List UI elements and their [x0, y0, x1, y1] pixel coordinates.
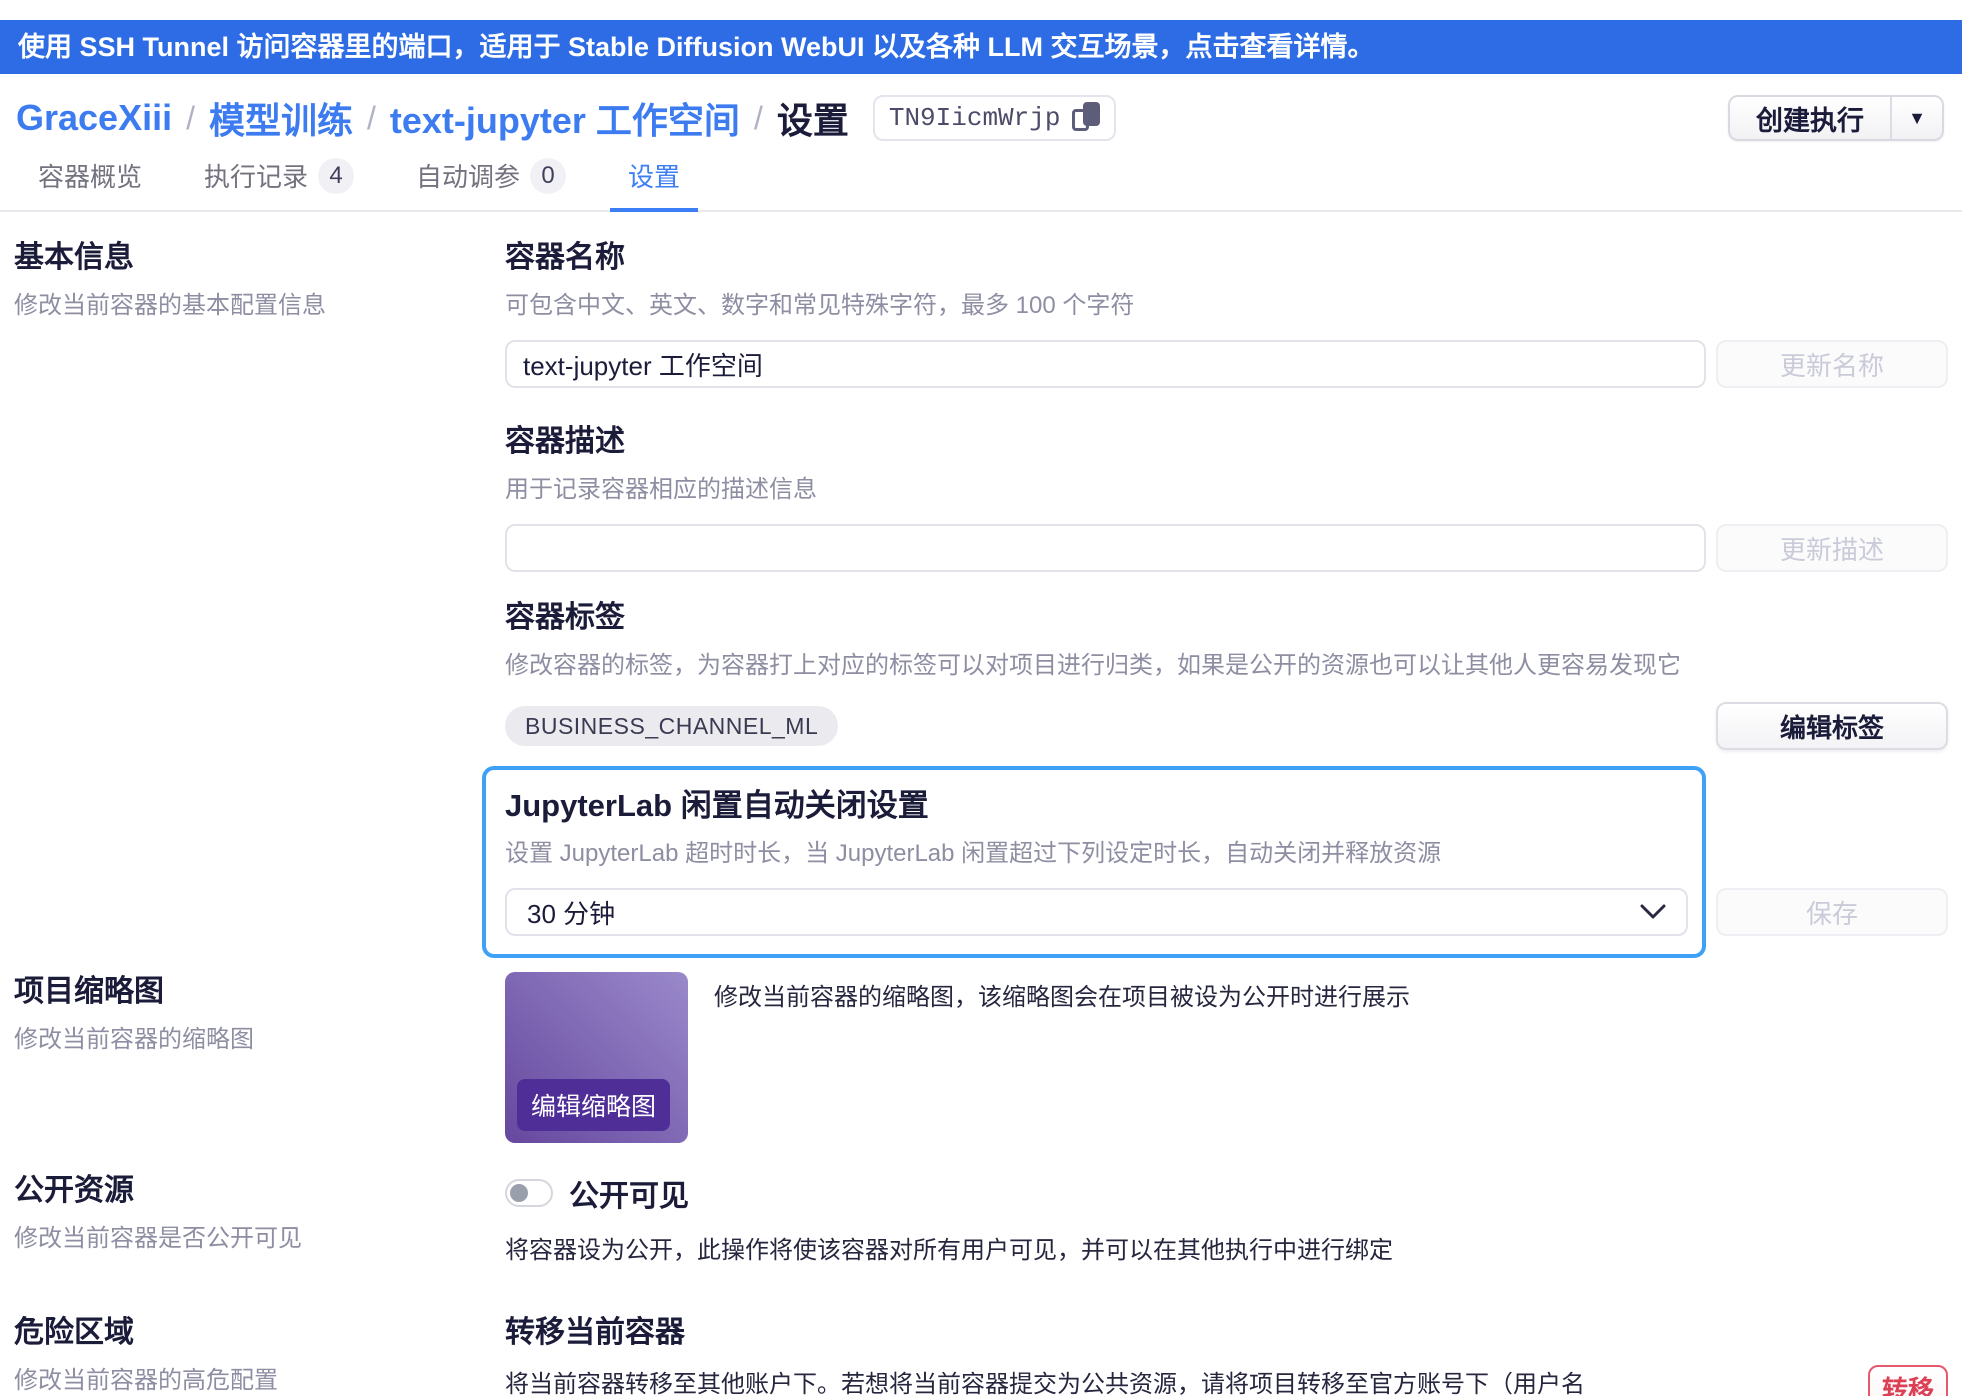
- jupyter-idle-label: JupyterLab 闲置自动关闭设置: [505, 788, 929, 823]
- transfer-hint: 将当前容器转移至其他账户下。若想将当前容器提交为公共资源，请将项目转移至官方账号…: [505, 1371, 1585, 1396]
- container-name-input-row: 更新名称: [505, 340, 1948, 388]
- section-subtitle-danger: 修改当前容器的高危配置: [14, 1367, 278, 1394]
- jupyter-idle-hint: 设置 JupyterLab 超时时长，当 JupyterLab 闲置超过下列设定…: [505, 840, 1442, 867]
- announcement-banner[interactable]: 使用 SSH Tunnel 访问容器里的端口，适用于 Stable Diffus…: [0, 20, 1962, 74]
- container-description-input-row: 更新描述: [505, 524, 1948, 572]
- basic-info-main: 容器名称 可包含中文、英文、数字和常见特殊字符，最多 100 个字符 更新名称 …: [482, 238, 1948, 958]
- caret-down-icon: ▼: [1908, 108, 1926, 128]
- section-subtitle-basic: 修改当前容器的基本配置信息: [14, 292, 326, 319]
- tab-container-overview[interactable]: 容器概览: [20, 157, 160, 210]
- run-count-badge: 4: [318, 157, 355, 194]
- container-name-label: 容器名称: [505, 241, 625, 274]
- container-description-label: 容器描述: [505, 425, 625, 458]
- container-description-group: 容器描述 用于记录容器相应的描述信息 更新描述: [505, 422, 1948, 572]
- update-name-button[interactable]: 更新名称: [1716, 340, 1948, 388]
- section-subtitle-thumbnail: 修改当前容器的缩略图: [14, 1026, 254, 1053]
- tuning-count-badge: 0: [530, 157, 567, 194]
- tab-label: 自动调参: [416, 162, 521, 192]
- breadcrumb-current: 设置: [776, 100, 849, 141]
- topbar: GraceXiii / 模型训练 / text-jupyter 工作空间 / 设…: [0, 94, 1962, 142]
- danger-zone-row: 危险区域 修改当前容器的高危配置 转移当前容器 将当前容器转移至其他账户下。若想…: [14, 1313, 1948, 1396]
- section-title-danger: 危险区域: [14, 1316, 134, 1349]
- transfer-button[interactable]: 转移: [1868, 1365, 1948, 1396]
- thumbnail-main: 编辑缩略图 修改当前容器的缩略图，该缩略图会在项目被设为公开时进行展示: [505, 972, 1948, 1143]
- idle-timeout-select[interactable]: 30 分钟: [505, 888, 1688, 936]
- section-title-public: 公开资源: [14, 1174, 134, 1207]
- jupyter-idle-highlight-box: JupyterLab 闲置自动关闭设置 设置 JupyterLab 超时时长，当…: [482, 766, 1706, 958]
- transfer-body-row: 将当前容器转移至其他账户下。若想将当前容器提交为公共资源，请将项目转移至官方账号…: [505, 1363, 1948, 1396]
- public-visibility-toggle[interactable]: [505, 1179, 553, 1207]
- breadcrumb: GraceXiii / 模型训练 / text-jupyter 工作空间 / 设…: [16, 92, 1117, 144]
- tab-bar: 容器概览 执行记录 4 自动调参 0 设置: [0, 157, 1962, 212]
- public-hint: 将容器设为公开，此操作将使该容器对所有用户可见，并可以在其他执行中进行绑定: [505, 1237, 1393, 1264]
- tag-pill: BUSINESS_CHANNEL_ML: [505, 706, 839, 746]
- container-description-input[interactable]: [505, 524, 1706, 572]
- chevron-down-icon: [1640, 904, 1666, 919]
- container-name-input[interactable]: [505, 340, 1706, 388]
- public-side: 公开资源 修改当前容器是否公开可见: [14, 1171, 505, 1273]
- public-main: 公开可见 将容器设为公开，此操作将使该容器对所有用户可见，并可以在其他执行中进行…: [505, 1171, 1948, 1273]
- copy-icon-front: [1083, 102, 1101, 126]
- public-toggle-row: 公开可见: [505, 1171, 1948, 1215]
- breadcrumb-separator: /: [753, 99, 763, 136]
- public-row: 公开资源 修改当前容器是否公开可见 公开可见 将容器设为公开，此操作将使该容器对…: [14, 1171, 1948, 1273]
- breadcrumb-container-link[interactable]: text-jupyter 工作空间: [390, 92, 740, 144]
- create-run-dropdown-button[interactable]: ▼: [1890, 97, 1942, 139]
- container-description-hint: 用于记录容器相应的描述信息: [505, 476, 817, 503]
- settings-content: 基本信息 修改当前容器的基本配置信息 容器名称 可包含中文、英文、数字和常见特殊…: [0, 212, 1962, 1396]
- public-toggle-label: 公开可见: [569, 1180, 689, 1213]
- edit-thumbnail-button[interactable]: 编辑缩略图: [517, 1079, 671, 1131]
- jupyter-idle-row: JupyterLab 闲置自动关闭设置 设置 JupyterLab 超时时长，当…: [482, 766, 1948, 958]
- toggle-knob: [510, 1184, 528, 1202]
- thumbnail-row: 项目缩略图 修改当前容器的缩略图 编辑缩略图 修改当前容器的缩略图，该缩略图会在…: [14, 972, 1948, 1143]
- danger-main: 转移当前容器 将当前容器转移至其他账户下。若想将当前容器提交为公共资源，请将项目…: [505, 1313, 1948, 1396]
- update-description-button[interactable]: 更新描述: [1716, 524, 1948, 572]
- container-tags-hint: 修改容器的标签，为容器打上对应的标签可以对项目进行归类，如果是公开的资源也可以让…: [505, 652, 1681, 679]
- container-tags-row: BUSINESS_CHANNEL_ML 编辑标签: [505, 702, 1948, 750]
- breadcrumb-separator: /: [186, 99, 195, 136]
- tab-label: 容器概览: [38, 162, 143, 192]
- danger-side: 危险区域 修改当前容器的高危配置: [14, 1313, 505, 1396]
- settings-page: 使用 SSH Tunnel 访问容器里的端口，适用于 Stable Diffus…: [0, 0, 1962, 1396]
- section-subtitle-public: 修改当前容器是否公开可见: [14, 1225, 302, 1252]
- basic-info-side: 基本信息 修改当前容器的基本配置信息: [14, 238, 505, 958]
- breadcrumb-user-link[interactable]: GraceXiii: [16, 97, 172, 139]
- save-button[interactable]: 保存: [1716, 888, 1948, 936]
- section-title-basic: 基本信息: [14, 241, 134, 274]
- copy-icon[interactable]: [1072, 102, 1101, 134]
- tab-label: 设置: [628, 162, 681, 192]
- project-thumbnail: 编辑缩略图: [505, 972, 688, 1143]
- thumbnail-side: 项目缩略图 修改当前容器的缩略图: [14, 972, 505, 1143]
- container-id-badge[interactable]: TN9IicmWrjp: [872, 95, 1117, 141]
- container-tags-label: 容器标签: [505, 601, 625, 634]
- tab-settings[interactable]: 设置: [610, 157, 699, 212]
- save-column: 保存: [1716, 766, 1948, 958]
- basic-info-row: 基本信息 修改当前容器的基本配置信息 容器名称 可包含中文、英文、数字和常见特殊…: [14, 238, 1948, 958]
- container-tags-group: 容器标签 修改容器的标签，为容器打上对应的标签可以对项目进行归类，如果是公开的资…: [505, 598, 1948, 750]
- container-id: TN9IicmWrjp: [888, 103, 1061, 133]
- announcement-text: 使用 SSH Tunnel 访问容器里的端口，适用于 Stable Diffus…: [18, 32, 1375, 62]
- transfer-group: 转移当前容器 将当前容器转移至其他账户下。若想将当前容器提交为公共资源，请将项目…: [505, 1313, 1948, 1396]
- create-run-button[interactable]: 创建执行: [1730, 97, 1890, 139]
- thumbnail-hint: 修改当前容器的缩略图，该缩略图会在项目被设为公开时进行展示: [714, 984, 1410, 1011]
- container-name-hint: 可包含中文、英文、数字和常见特殊字符，最多 100 个字符: [505, 292, 1135, 319]
- edit-tags-button[interactable]: 编辑标签: [1716, 702, 1948, 750]
- tab-auto-tuning[interactable]: 自动调参 0: [398, 157, 584, 210]
- create-run-split-button: 创建执行 ▼: [1728, 95, 1944, 141]
- breadcrumb-separator: /: [367, 99, 376, 136]
- idle-timeout-value: 30 分钟: [527, 898, 616, 929]
- breadcrumb-section-link[interactable]: 模型训练: [209, 92, 353, 144]
- tab-run-history[interactable]: 执行记录 4: [186, 157, 372, 210]
- transfer-label: 转移当前容器: [505, 1316, 685, 1349]
- container-name-group: 容器名称 可包含中文、英文、数字和常见特殊字符，最多 100 个字符 更新名称: [505, 238, 1948, 388]
- section-title-thumbnail: 项目缩略图: [14, 975, 164, 1008]
- tab-label: 执行记录: [204, 162, 309, 192]
